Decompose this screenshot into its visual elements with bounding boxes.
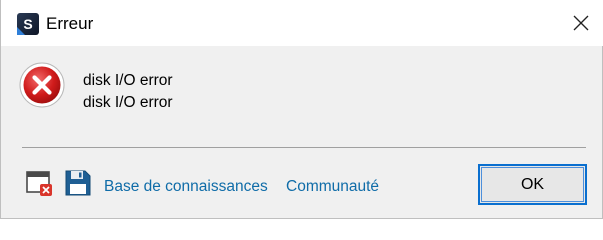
save-icon[interactable]	[63, 168, 93, 198]
close-button[interactable]	[558, 0, 603, 46]
error-icon	[19, 62, 65, 108]
window-error-icon[interactable]	[25, 168, 55, 198]
svg-text:S: S	[23, 16, 32, 32]
title-bar: S Erreur	[1, 0, 603, 46]
separator	[22, 147, 586, 148]
message-line: disk I/O error	[83, 72, 173, 89]
error-message: disk I/O error disk I/O error	[83, 70, 173, 114]
knowledge-base-link[interactable]: Base de connaissances	[104, 177, 268, 197]
close-icon	[573, 15, 589, 31]
window-title: Erreur	[46, 14, 94, 33]
error-dialog: S Erreur disk I/O error disk I/O error B…	[0, 0, 603, 219]
community-link[interactable]: Communauté	[286, 177, 379, 197]
ok-button[interactable]: OK	[478, 164, 587, 205]
app-logo-icon: S	[17, 13, 39, 35]
ok-button-label: OK	[520, 175, 545, 193]
message-line: disk I/O error	[83, 94, 173, 111]
